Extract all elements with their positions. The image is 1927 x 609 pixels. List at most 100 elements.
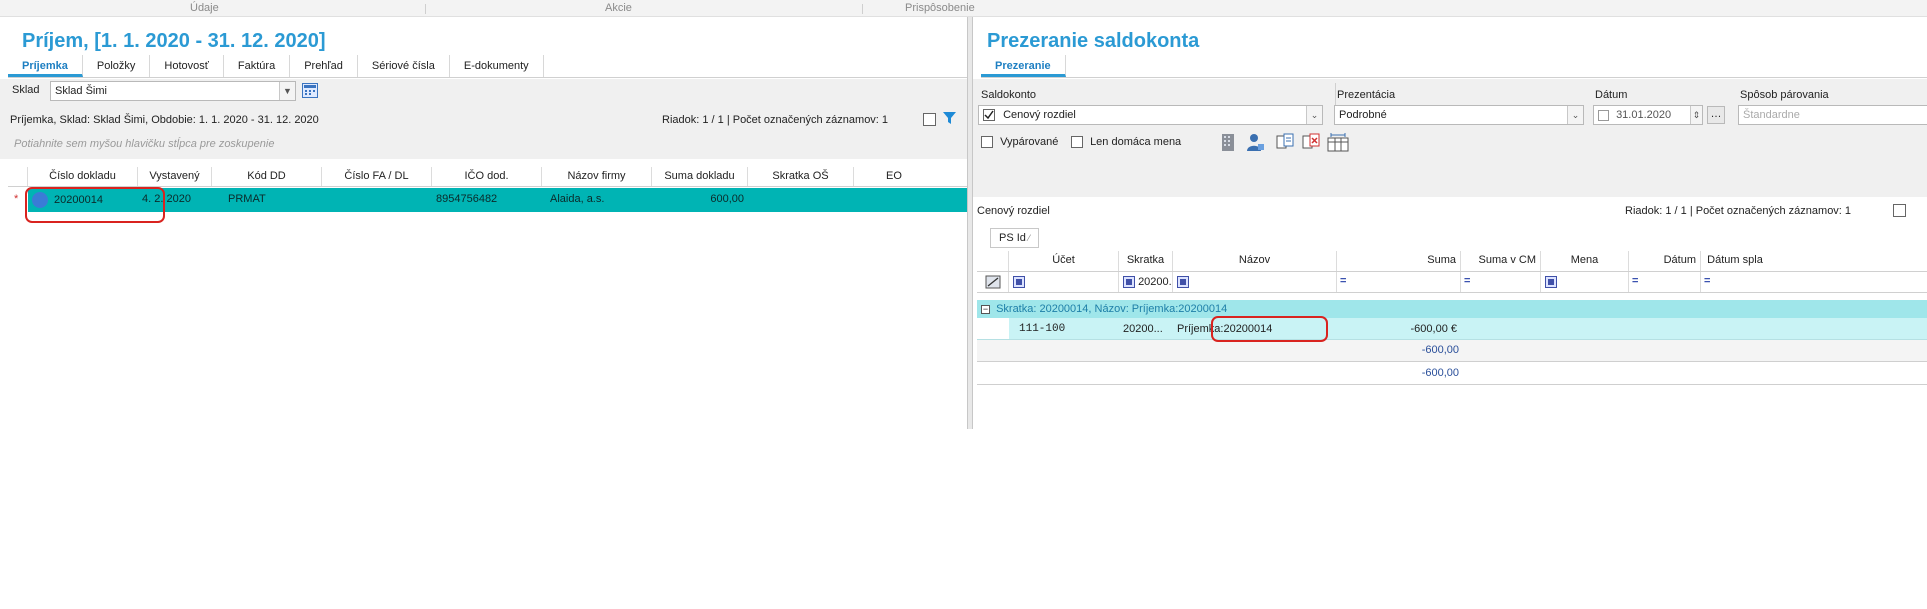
cell-ucet[interactable]: 111-100 <box>1009 318 1119 339</box>
domaca-mena-option[interactable]: Len domáca mena <box>1071 136 1182 149</box>
col-skratka-os[interactable]: Skratka OŠ <box>748 167 854 186</box>
saldokonto-checkbox[interactable] <box>983 109 995 122</box>
cell-skratka-os[interactable] <box>748 188 854 212</box>
export-icon[interactable] <box>1893 204 1906 217</box>
row-indicator-header <box>8 167 28 186</box>
domaca-mena-label: Len domáca mena <box>1090 136 1182 148</box>
cell-ico-dod[interactable]: 8954756482 <box>432 188 542 212</box>
filter-skratka-value: 20200... <box>1138 276 1172 288</box>
filter-suma[interactable]: = <box>1337 272 1461 292</box>
vyparovane-option[interactable]: Vypárované <box>981 136 1059 149</box>
col-suma[interactable]: Suma <box>1337 251 1461 271</box>
grand-total-row: -600,00 <box>977 363 1927 385</box>
right-panel-title: Prezeranie saldokonta <box>987 30 1200 52</box>
cell-cislo-fa-dl[interactable] <box>322 188 432 212</box>
tab-seriove-cisla[interactable]: Sériové čísla <box>358 55 450 77</box>
group-row[interactable]: − Skratka: 20200014, Názov: Príjemka:202… <box>977 300 1927 318</box>
datum-checkbox[interactable] <box>1598 109 1609 121</box>
col-cislo-dokladu[interactable]: Číslo dokladu <box>28 167 138 186</box>
equals-icon[interactable]: = <box>1340 275 1346 287</box>
cell-datum[interactable] <box>1629 318 1701 339</box>
tab-prijemka[interactable]: Príjemka <box>8 55 83 77</box>
person-icon[interactable] <box>1245 132 1265 155</box>
filter-operator-icon[interactable] <box>1177 276 1189 289</box>
cell-mena[interactable] <box>1541 318 1629 339</box>
filter-icon[interactable] <box>942 111 957 129</box>
tab-polozky[interactable]: Položky <box>83 55 151 77</box>
col-cislo-fa-dl[interactable]: Číslo FA / DL <box>322 167 432 186</box>
cell-kod-dd[interactable]: PRMAT <box>212 188 322 212</box>
col-suma-dokladu[interactable]: Suma dokladu <box>652 167 748 186</box>
table-row[interactable]: 111-100 20200... Príjemka:20200014 -600,… <box>977 318 1927 340</box>
section-label: Cenový rozdiel <box>977 205 1050 217</box>
col-mena[interactable]: Mena <box>1541 251 1629 271</box>
ribbon-separator <box>862 4 863 14</box>
sposob-input[interactable]: Štandardne <box>1738 105 1927 125</box>
col-eo[interactable]: EO <box>854 167 934 186</box>
datum-input[interactable]: 31.01.2020 ⇕ <box>1593 105 1703 125</box>
cell-datum-splatnosti[interactable] <box>1701 318 1769 339</box>
cell-suma[interactable]: -600,00 € <box>1337 318 1461 339</box>
row-indicator <box>977 318 1009 339</box>
chevron-down-icon[interactable]: ⌄ <box>1567 106 1583 124</box>
chevron-down-icon[interactable]: ⌄ <box>1306 106 1322 124</box>
filter-datum[interactable]: = <box>1629 272 1701 292</box>
highlight-box <box>1211 316 1328 342</box>
cell-suma-v-cm[interactable] <box>1461 318 1541 339</box>
filter-operator-icon[interactable] <box>1013 276 1025 289</box>
tab-faktura[interactable]: Faktúra <box>224 55 291 77</box>
collapse-icon[interactable]: − <box>981 305 990 314</box>
export-icon[interactable] <box>923 113 936 126</box>
calendar-icon[interactable] <box>302 83 318 98</box>
filter-ucet[interactable] <box>1009 272 1119 292</box>
left-panel: Príjem, [1. 1. 2020 - 31. 12. 2020] Príj… <box>0 17 967 429</box>
spinner-icon[interactable]: ⇕ <box>1690 106 1702 124</box>
prezentacia-select[interactable]: Podrobné ⌄ <box>1334 105 1584 125</box>
ribbon-group-udaje: Údaje <box>190 2 219 14</box>
saldokonto-label: Saldokonto <box>981 89 1037 101</box>
equals-icon[interactable]: = <box>1704 275 1710 287</box>
domaca-mena-checkbox[interactable] <box>1071 136 1083 149</box>
cell-suma-dokladu[interactable]: 600,00 <box>652 188 748 212</box>
col-skratka[interactable]: Skratka <box>1119 251 1173 271</box>
col-ico-dod[interactable]: IČO dod. <box>432 167 542 186</box>
building-icon[interactable] <box>1219 132 1239 155</box>
tab-e-dokumenty[interactable]: E-dokumenty <box>450 55 544 77</box>
document-compare-icon[interactable] <box>1275 132 1295 155</box>
col-nazov[interactable]: Názov <box>1173 251 1337 271</box>
clear-filter-icon[interactable] <box>977 272 1009 292</box>
equals-icon[interactable]: = <box>1632 275 1638 287</box>
col-nazov-firmy[interactable]: Názov firmy <box>542 167 652 186</box>
tab-prehlad[interactable]: Prehľad <box>290 55 358 77</box>
filter-mena[interactable] <box>1541 272 1629 292</box>
cell-eo[interactable] <box>854 188 934 212</box>
info-area: Príjemka, Sklad: Sklad Šimi, Obdobie: 1.… <box>0 103 967 159</box>
cell-nazov-firmy[interactable]: Alaida, a.s. <box>542 188 652 212</box>
prezentacia-value: Podrobné <box>1339 109 1387 121</box>
col-kod-dd[interactable]: Kód DD <box>212 167 322 186</box>
tab-prezeranie[interactable]: Prezeranie <box>981 55 1066 77</box>
sklad-select[interactable]: Sklad Šimi ▼ <box>50 81 296 101</box>
cell-skratka[interactable]: 20200... <box>1119 318 1173 339</box>
datum-picker-button[interactable]: … <box>1707 106 1725 124</box>
col-ucet[interactable]: Účet <box>1009 251 1119 271</box>
equals-icon[interactable]: = <box>1464 275 1470 287</box>
vyparovane-checkbox[interactable] <box>981 136 993 149</box>
col-datum[interactable]: Dátum <box>1629 251 1701 271</box>
chevron-down-icon[interactable]: ▼ <box>279 82 295 100</box>
col-suma-v-cm[interactable]: Suma v CM <box>1461 251 1541 271</box>
filter-suma-v-cm[interactable]: = <box>1461 272 1541 292</box>
document-remove-icon[interactable] <box>1301 132 1321 155</box>
filter-datum-splatnosti[interactable]: = <box>1701 272 1769 292</box>
col-datum-splatnosti[interactable]: Dátum spla <box>1701 251 1769 271</box>
saldokonto-select[interactable]: Cenový rozdiel ⌄ <box>978 105 1323 125</box>
filter-skratka[interactable]: 20200... <box>1119 272 1173 292</box>
filter-operator-icon[interactable] <box>1545 276 1557 289</box>
filter-nazov[interactable] <box>1173 272 1337 292</box>
table-columns-icon[interactable] <box>1327 132 1349 155</box>
col-vystaveny[interactable]: Vystavený <box>138 167 212 186</box>
filter-operator-icon[interactable] <box>1123 276 1135 289</box>
vyparovane-label: Vypárované <box>1000 136 1059 148</box>
tab-hotovost[interactable]: Hotovosť <box>150 55 224 77</box>
ps-id-group-chip[interactable]: PS Id ⁄ <box>990 228 1039 248</box>
